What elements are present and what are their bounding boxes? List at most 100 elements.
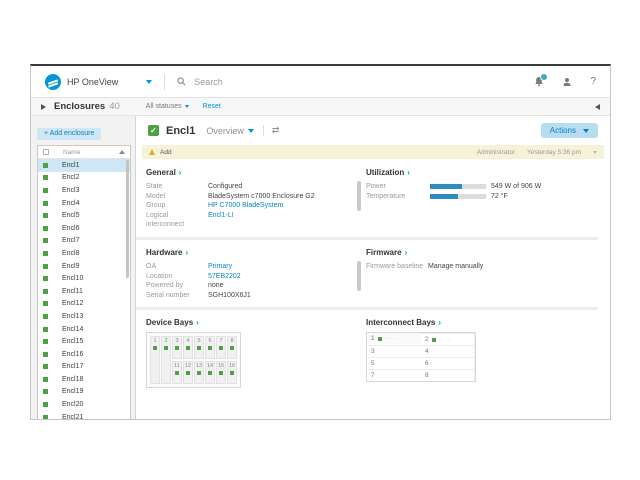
field-label: Powered by (146, 281, 208, 291)
notifications-button[interactable] (534, 76, 544, 87)
utilization-section-link[interactable]: Utilization (366, 168, 548, 177)
status-ok-icon (186, 346, 190, 350)
list-item[interactable]: Encl11 (38, 285, 130, 298)
help-button[interactable]: ? (590, 76, 596, 87)
bay-number: 6 (208, 338, 211, 344)
chevron-down-icon[interactable] (593, 151, 597, 154)
firmware-section-link[interactable]: Firmware (366, 248, 548, 257)
device-bay: 5 (194, 336, 204, 359)
metric-value: 72 °F (491, 193, 508, 200)
device-bay: 8 (227, 336, 237, 359)
interconnect-bay-cell: 6 (421, 357, 475, 369)
field-label: State (146, 182, 208, 192)
list-item[interactable]: Encl1 (38, 159, 130, 172)
list-item[interactable]: Encl3 (38, 184, 130, 197)
chevron-down-icon (583, 129, 589, 133)
field-label: OA (146, 262, 208, 272)
status-ok-icon (43, 377, 48, 382)
top-half-bays: 3 4 (172, 336, 237, 359)
list-item[interactable]: Encl9 (38, 260, 130, 273)
actions-button[interactable]: Actions (541, 123, 598, 138)
field-row: Location 57EB2202 (146, 272, 352, 282)
list-item[interactable]: Encl6 (38, 222, 130, 235)
bay-number: 2 (164, 338, 167, 344)
view-selector[interactable]: Overview (206, 126, 254, 136)
detail-header: Encl1 Overview Actions (136, 116, 610, 145)
field-value[interactable]: Encl1-LI (208, 211, 234, 230)
enclosure-name: Encl5 (62, 212, 80, 219)
device-bay: 1 (150, 336, 160, 384)
collapse-panel-icon[interactable] (595, 104, 600, 110)
enclosure-name: Encl8 (62, 250, 80, 257)
enclosure-name: Encl10 (62, 275, 83, 282)
status-ok-icon (197, 371, 201, 375)
expand-menu-icon[interactable] (41, 104, 46, 110)
list-item[interactable]: Encl21 (38, 411, 130, 419)
enclosure-name: Encl6 (62, 225, 80, 232)
list-item[interactable]: Encl4 (38, 197, 130, 210)
truncated-module-name: ····· (385, 336, 400, 342)
hardware-section-link[interactable]: Hardware (146, 248, 352, 257)
device-bay: 13 (194, 361, 204, 384)
person-icon (562, 77, 572, 87)
field-value: SGH100X6J1 (208, 291, 251, 301)
bay-number: 1 (153, 338, 156, 344)
full-height-bays: 1 2 (150, 336, 171, 384)
list-item[interactable]: Encl5 (38, 209, 130, 222)
list-header[interactable]: Name (38, 146, 130, 159)
list-item[interactable]: Encl13 (38, 310, 130, 323)
list-item[interactable]: Encl2 (38, 172, 130, 185)
status-ok-icon (43, 264, 48, 269)
interconnect-bays-section-link[interactable]: Interconnect Bays (366, 318, 548, 327)
device-bays-section-link[interactable]: Device Bays (146, 318, 352, 327)
task-link[interactable]: Add (160, 149, 172, 156)
bay-number: 13 (196, 363, 202, 369)
status-ok-icon (230, 371, 234, 375)
search-box[interactable] (177, 76, 346, 88)
status-ok-icon (219, 346, 223, 350)
device-bay: 12 (183, 361, 193, 384)
add-enclosure-button[interactable]: + Add enclosure (37, 128, 101, 140)
scrollbar-thumb[interactable] (126, 160, 129, 278)
content-area: + Add enclosure Name Encl1 (31, 116, 610, 419)
status-ok-icon (378, 337, 382, 341)
search-input[interactable] (192, 76, 346, 88)
list-item[interactable]: Encl20 (38, 398, 130, 411)
general-section: General State Configured Model (146, 168, 352, 230)
status-ok-check-icon (148, 125, 159, 136)
field-value[interactable]: HP C7000 BladeSystem (208, 201, 283, 211)
status-ok-icon (43, 201, 48, 206)
list-item[interactable]: Encl10 (38, 272, 130, 285)
device-bay: 11 (172, 361, 182, 384)
field-value: Configured (208, 182, 242, 192)
list-item[interactable]: Encl17 (38, 361, 130, 374)
chevron-down-icon (146, 80, 152, 84)
truncated-module-name: ····· (439, 337, 454, 343)
firmware-rows: Firmware baseline Manage manually (366, 262, 548, 272)
reset-filter-link[interactable]: Reset (203, 103, 221, 110)
list-item[interactable]: Encl12 (38, 298, 130, 311)
status-filter-dropdown[interactable]: All statuses (146, 103, 189, 110)
brand-menu[interactable]: HP OneView (45, 74, 152, 90)
list-item[interactable]: Encl8 (38, 247, 130, 260)
utilization-row: Temperature 72 °F (366, 192, 548, 202)
list-item[interactable]: Encl18 (38, 373, 130, 386)
activity-toggle-icon[interactable] (263, 125, 280, 136)
task-time: Yesterday 5:36 pm (527, 149, 581, 156)
list-item[interactable]: Encl19 (38, 386, 130, 399)
list-item[interactable]: Encl16 (38, 348, 130, 361)
user-button[interactable] (562, 77, 572, 87)
status-ok-icon (175, 371, 179, 375)
list-item[interactable]: Encl7 (38, 235, 130, 248)
list-item[interactable]: Encl15 (38, 335, 130, 348)
general-section-link[interactable]: General (146, 168, 352, 177)
utilization-bar (430, 184, 486, 189)
field-value[interactable]: 57EB2202 (208, 272, 241, 282)
status-ok-icon (432, 338, 436, 342)
list-item[interactable]: Encl14 (38, 323, 130, 336)
field-value[interactable]: Primary (208, 262, 232, 272)
bottom-half-bays: 11 12 (172, 361, 237, 384)
column-divider (352, 168, 366, 230)
status-ok-icon (164, 346, 168, 350)
status-ok-icon (43, 251, 48, 256)
